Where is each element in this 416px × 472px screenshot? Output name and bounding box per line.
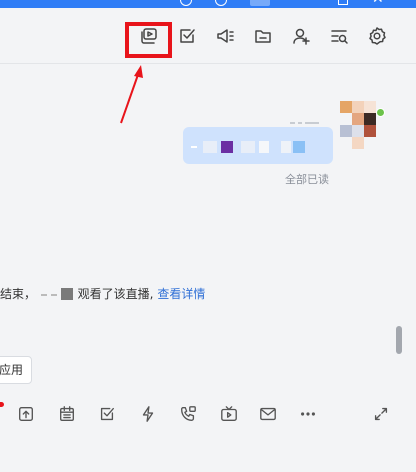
mail-icon[interactable] bbox=[258, 404, 278, 424]
announcement-icon[interactable] bbox=[214, 25, 236, 47]
avatar[interactable] bbox=[340, 101, 380, 151]
phone-video-icon[interactable] bbox=[178, 404, 198, 424]
minimize-menu-icon[interactable] bbox=[215, 0, 227, 6]
add-member-icon[interactable] bbox=[290, 25, 312, 47]
expand-icon[interactable] bbox=[371, 404, 391, 424]
input-toolbar bbox=[0, 400, 416, 428]
view-details-link[interactable]: 查看详情 bbox=[157, 287, 205, 301]
task-check-icon[interactable] bbox=[176, 25, 198, 47]
message-bubble[interactable] bbox=[183, 127, 333, 164]
search-history-icon[interactable] bbox=[328, 25, 350, 47]
read-status: 全部已读 bbox=[285, 173, 329, 186]
apps-button[interactable]: 应用 bbox=[0, 356, 33, 384]
system-message: 结束， 观看了该直播, 查看详情 bbox=[0, 285, 205, 302]
checkbox-icon[interactable] bbox=[97, 404, 117, 424]
live-tv-icon[interactable] bbox=[219, 404, 239, 424]
folder-icon[interactable] bbox=[252, 25, 274, 47]
calendar-icon[interactable] bbox=[57, 404, 77, 424]
highlight-box bbox=[125, 22, 172, 58]
lightning-icon[interactable] bbox=[138, 404, 158, 424]
redacted-name bbox=[40, 293, 47, 296]
system-message-middle: 观看了该直播, bbox=[77, 287, 154, 301]
chat-header-toolbar bbox=[0, 8, 416, 64]
annotation-arrow bbox=[120, 65, 143, 124]
close-icon[interactable]: ✕ bbox=[372, 0, 384, 7]
upload-icon[interactable] bbox=[16, 404, 36, 424]
window-titlebar: ✕ bbox=[0, 0, 416, 8]
help-icon[interactable] bbox=[180, 0, 192, 6]
redacted-name bbox=[50, 293, 57, 296]
online-badge bbox=[376, 108, 385, 117]
upgrade-button[interactable] bbox=[250, 0, 270, 6]
settings-icon[interactable] bbox=[366, 25, 388, 47]
maximize-icon[interactable] bbox=[338, 0, 348, 5]
scrollbar-thumb[interactable] bbox=[396, 326, 402, 354]
more-icon[interactable] bbox=[298, 404, 318, 424]
redacted-avatar bbox=[60, 288, 73, 300]
system-message-prefix: 结束， bbox=[0, 287, 37, 301]
sender-name bbox=[290, 112, 330, 124]
